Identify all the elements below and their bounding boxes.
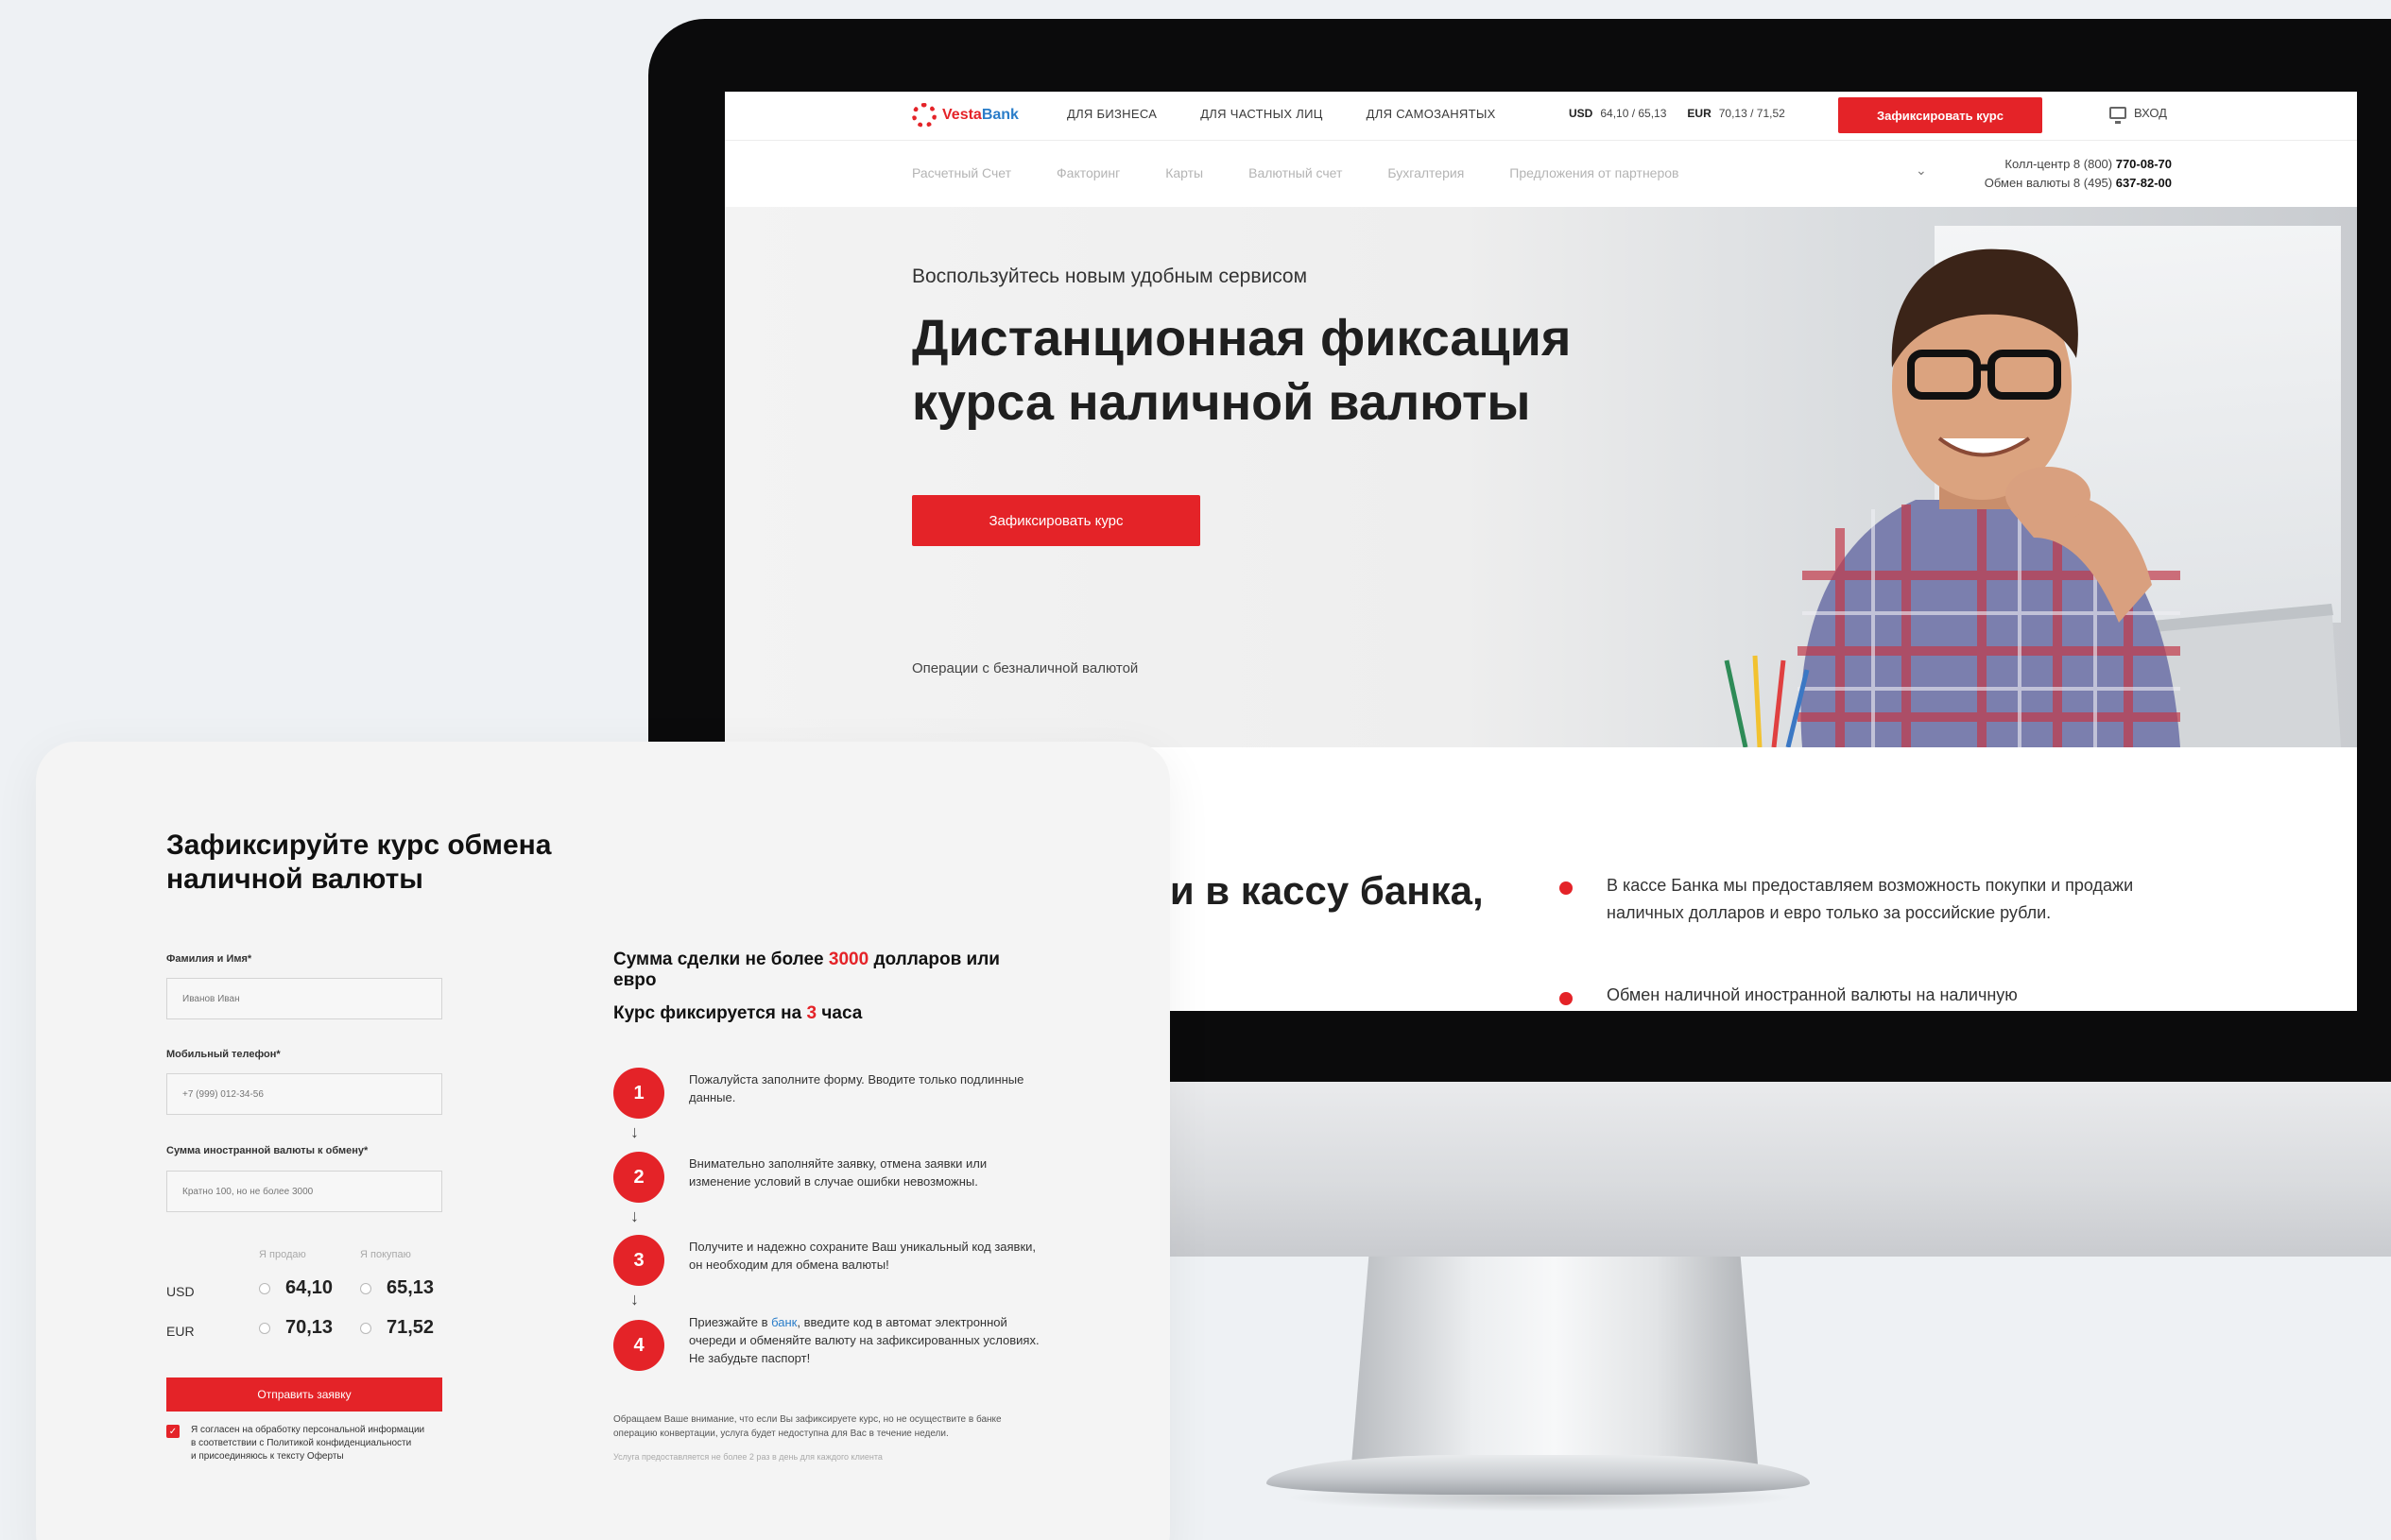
phone-label: Мобильный телефон*: [166, 1049, 281, 1060]
logo[interactable]: VestaBank: [912, 103, 1019, 128]
logo-mark-icon: [912, 103, 937, 128]
usd-label: USD: [1569, 107, 1593, 120]
monitor-icon: [2109, 107, 2126, 124]
exchange-label: Обмен валюты 8 (495): [1984, 176, 2116, 190]
eur-rate: 70,13 / 71,52: [1718, 107, 1785, 120]
subnav-partners[interactable]: Предложения от партнеров: [1509, 165, 1678, 180]
deal-limit-value: 3000: [828, 950, 869, 969]
logo-text: VestaBank: [942, 107, 1019, 124]
name-label: Фамилия и Имя*: [166, 953, 252, 965]
checkbox-checked-icon[interactable]: ✓: [166, 1425, 180, 1438]
eur-buy-radio[interactable]: [360, 1323, 371, 1334]
smiling-man-photo: [1724, 248, 2341, 747]
arrow-down-icon: ↓: [630, 1290, 639, 1309]
nav-business[interactable]: ДЛЯ БИЗНЕСА: [1067, 107, 1157, 121]
step-number-3: 3: [613, 1235, 664, 1286]
fix-rate-top-button[interactable]: Зафиксировать курс: [1838, 97, 2042, 133]
fix-duration-text: Курс фиксируется на 3 часа: [613, 1003, 862, 1024]
fix-rate-form-card: Зафиксируйте курс обмена наличной валюты…: [36, 742, 1170, 1540]
bullet-text-2: Обмен наличной иностранной валюты на нал…: [1607, 985, 2018, 1004]
nav-individuals[interactable]: ДЛЯ ЧАСТНЫХ ЛИЦ: [1200, 107, 1322, 121]
fix-duration-value: 3: [806, 1003, 817, 1023]
step-text-4: Приезжайте в банк, введите код в автомат…: [689, 1313, 1043, 1367]
phone-input[interactable]: [166, 1073, 442, 1115]
form-title: Зафиксируйте курс обмена наличной валюты: [166, 830, 552, 895]
rates-ticker: USD 64,10 / 65,13 EUR 70,13 / 71,52: [1569, 107, 1785, 120]
step-4-text-before: Приезжайте в: [689, 1315, 772, 1329]
hero-fix-rate-button[interactable]: Зафиксировать курс: [912, 495, 1200, 546]
top-nav: ДЛЯ БИЗНЕСА ДЛЯ ЧАСТНЫХ ЛИЦ ДЛЯ САМОЗАНЯ…: [1067, 107, 1496, 121]
amount-input[interactable]: [166, 1171, 442, 1212]
hero-title-line2: курса наличной валюты: [912, 374, 1531, 431]
buy-header: Я покупаю: [360, 1249, 411, 1260]
call-center-line: Колл-центр 8 (800) 770-08-70: [1985, 155, 2172, 174]
hero-subtitle: Воспользуйтесь новым удобным сервисом: [912, 265, 1308, 287]
eur-label: EUR: [1687, 107, 1712, 120]
login-label: ВХОД: [2134, 106, 2167, 120]
submit-request-button[interactable]: Отправить заявку: [166, 1377, 442, 1412]
arrow-down-icon: ↓: [630, 1206, 639, 1225]
imac-chin: [1125, 1077, 2391, 1257]
step-number-1: 1: [613, 1068, 664, 1119]
exchange-line: Обмен валюты 8 (495) 637-82-00: [1985, 174, 2172, 193]
call-center-label: Колл-центр 8 (800): [2004, 157, 2116, 171]
bullet-dot: [1559, 881, 1573, 895]
deal-limit-text: Сумма сделки не более 3000 долларов или …: [613, 950, 1010, 991]
usd-sell-radio[interactable]: [259, 1283, 270, 1294]
hero-banner: Воспользуйтесь новым удобным сервисом Ди…: [725, 207, 2357, 747]
step-text-1: Пожалуйста заполните форму. Вводите толь…: [689, 1072, 1024, 1104]
hero-title: Дистанционная фиксация курса наличной ва…: [912, 306, 1668, 435]
call-center-number[interactable]: 770-08-70: [2116, 157, 2172, 171]
usd-buy-radio[interactable]: [360, 1283, 371, 1294]
contacts: Колл-центр 8 (800) 770-08-70 Обмен валют…: [1985, 155, 2172, 193]
eur-sell-rate: 70,13: [285, 1317, 334, 1338]
step-number-4: 4: [613, 1320, 664, 1371]
fix-duration-prefix: Курс фиксируется на: [613, 1003, 807, 1023]
bank-link[interactable]: банк: [771, 1315, 797, 1329]
cashless-operations-link[interactable]: Операции с безналичной валютой: [912, 660, 1138, 676]
hero-title-line1: Дистанционная фиксация: [912, 310, 1572, 367]
subnav-settlement-account[interactable]: Расчетный Счет: [912, 165, 1011, 180]
logo-text-a: Vesta: [942, 107, 982, 123]
section-title-fragment: ии в кассу банка,: [1145, 868, 1484, 913]
currency-eur: EUR: [166, 1324, 195, 1339]
step-text-3: Получите и надежно сохраните Ваш уникаль…: [689, 1240, 1037, 1272]
sell-header: Я продаю: [259, 1249, 306, 1260]
currency-usd: USD: [166, 1284, 195, 1299]
step-text-2: Внимательно заполняйте заявку, отмена за…: [689, 1156, 988, 1189]
subnav-currency-account[interactable]: Валютный счет: [1248, 165, 1342, 180]
bullet-dot: [1559, 992, 1573, 1005]
consent-line-1: Я согласен на обработку персональной инф…: [191, 1425, 425, 1435]
usd-sell-rate: 64,10: [285, 1277, 334, 1298]
consent-line-3: и присоединяюсь к тексту Оферты: [191, 1451, 344, 1462]
limit-note: Услуга предоставляется не более 2 раз в …: [613, 1452, 883, 1462]
exchange-number[interactable]: 637-82-00: [2116, 176, 2172, 190]
subnav-factoring[interactable]: Факторинг: [1057, 165, 1120, 180]
usd-buy-rate: 65,13: [387, 1277, 435, 1298]
top-bar: VestaBank ДЛЯ БИЗНЕСА ДЛЯ ЧАСТНЫХ ЛИЦ ДЛ…: [725, 92, 2357, 141]
eur-sell-radio[interactable]: [259, 1323, 270, 1334]
name-input[interactable]: [166, 978, 442, 1019]
usd-rate: 64,10 / 65,13: [1600, 107, 1667, 120]
arrow-down-icon: ↓: [630, 1122, 639, 1141]
subnav-accounting[interactable]: Бухгалтерия: [1387, 165, 1464, 180]
imac-stand-base: [1266, 1455, 1810, 1495]
amount-label: Сумма иностранной валюты к обмену*: [166, 1145, 369, 1156]
eur-buy-rate: 71,52: [387, 1317, 435, 1338]
subnav-cards[interactable]: Карты: [1165, 165, 1203, 180]
nav-self-employed[interactable]: ДЛЯ САМОЗАНЯТЫХ: [1367, 107, 1496, 121]
fix-duration-suffix: часа: [817, 1003, 863, 1023]
chevron-down-icon[interactable]: ⌄: [1916, 163, 1927, 179]
consent-text: Я согласен на обработку персональной инф…: [191, 1424, 446, 1463]
bullet-text-1: В кассе Банка мы предоставляем возможнос…: [1607, 876, 2134, 922]
logo-text-b: Bank: [981, 107, 1019, 123]
attention-note: Обращаем Ваше внимание, что если Вы зафи…: [613, 1414, 1002, 1439]
deal-limit-prefix: Сумма сделки не более: [613, 950, 829, 969]
step-number-2: 2: [613, 1152, 664, 1203]
consent-line-2: в соответствии с Политикой конфиденциаль…: [191, 1438, 412, 1448]
login-link[interactable]: ВХОД: [2109, 106, 2167, 124]
sub-nav: Расчетный Счет Факторинг Карты Валютный …: [912, 165, 1678, 180]
